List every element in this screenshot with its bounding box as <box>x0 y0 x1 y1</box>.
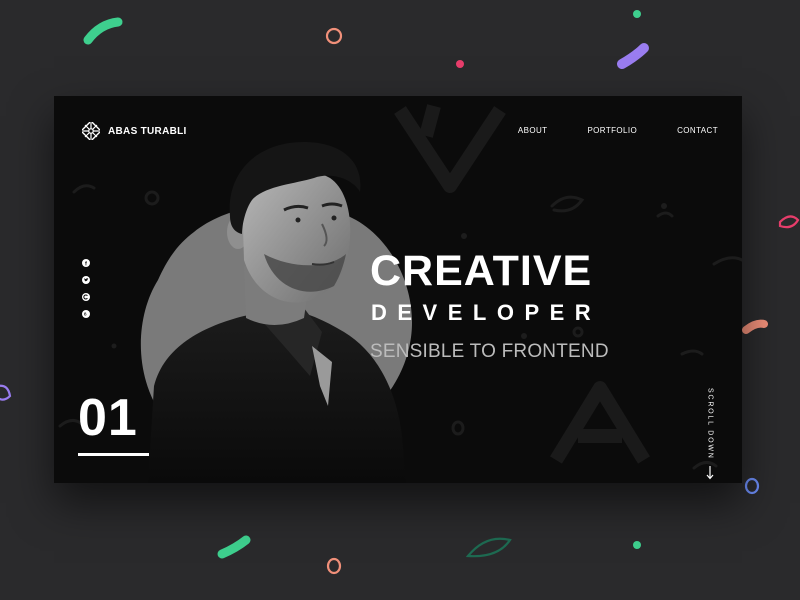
hero-subtitle: DEVELOPER <box>371 300 602 325</box>
arrow-down-icon <box>706 465 714 480</box>
behance-icon[interactable] <box>82 310 90 318</box>
social-links <box>82 259 90 318</box>
brand-name: ABAS TURABLI <box>108 125 187 137</box>
slide-underline <box>78 453 149 456</box>
hero-title: CREATIVE <box>370 247 593 295</box>
nav-contact[interactable]: CONTACT <box>677 126 718 135</box>
scroll-down[interactable]: SCROLL DOWN <box>706 388 714 480</box>
main-nav: ABOUT PORTFOLIO CONTACT <box>518 126 718 135</box>
twitter-icon[interactable] <box>82 276 90 284</box>
scroll-down-label: SCROLL DOWN <box>706 388 714 460</box>
aztec-knot-icon <box>82 122 100 140</box>
codepen-icon[interactable] <box>82 293 90 301</box>
hero-tagline: SENSIBLE TO FRONTEND <box>370 341 609 362</box>
website-mockup: ABAS TURABLI ABOUT PORTFOLIO CONTACT CRE… <box>54 96 742 483</box>
facebook-icon[interactable] <box>82 259 90 267</box>
nav-about[interactable]: ABOUT <box>518 126 548 135</box>
hero-headline: CREATIVE DEVELOPER SENSIBLE TO FRONTEND <box>370 248 660 364</box>
nav-portfolio[interactable]: PORTFOLIO <box>587 126 637 135</box>
slide-number: 01 <box>78 389 138 447</box>
